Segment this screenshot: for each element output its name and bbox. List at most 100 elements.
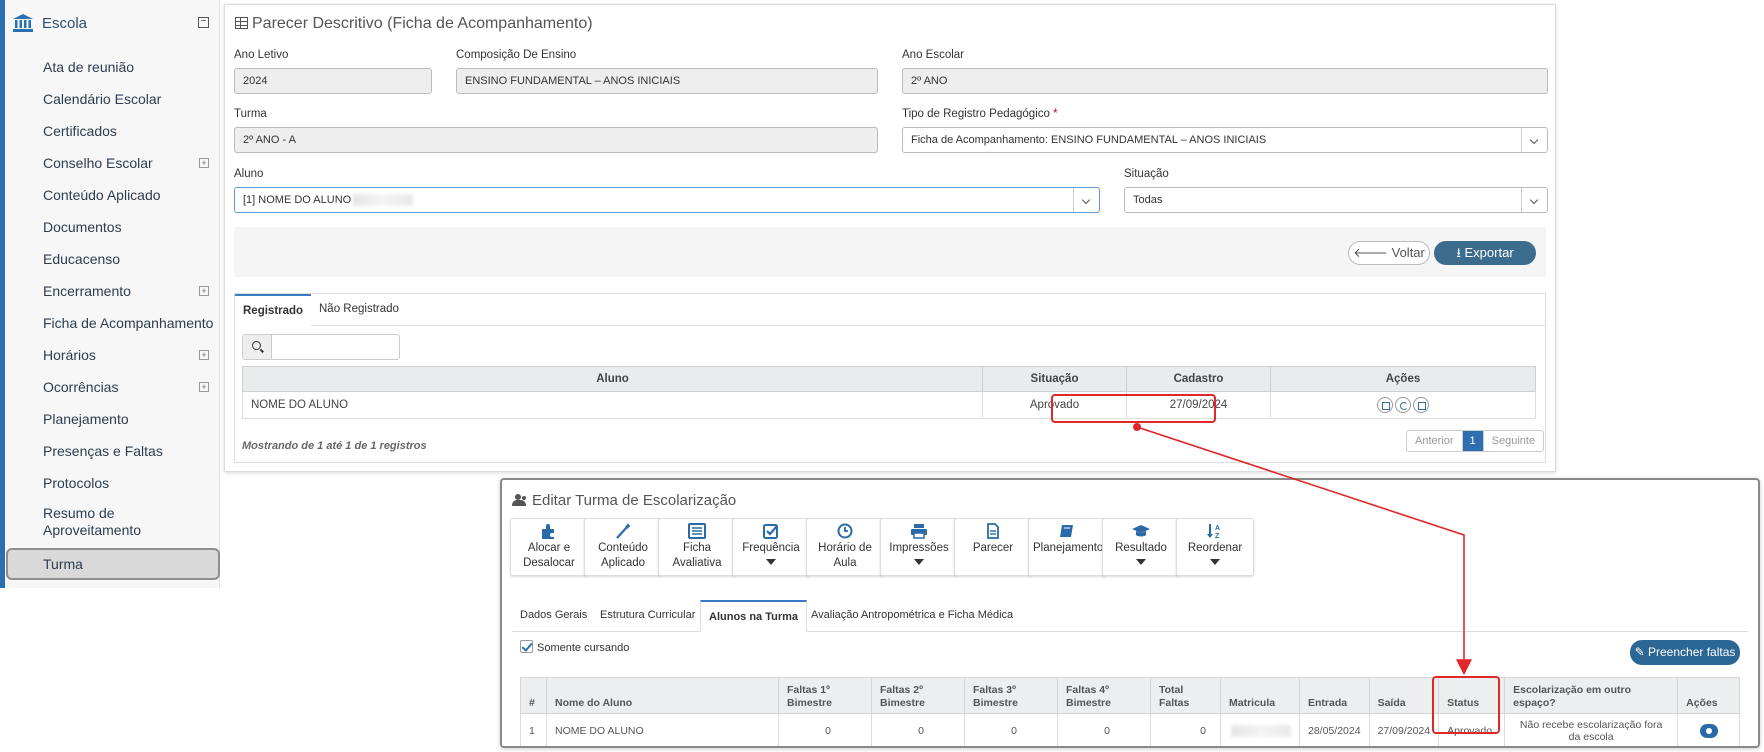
table-row: 1 NOME DO ALUNO 0 0 0 0 0 28/05/2024 27/… [520,713,1740,746]
tipo-registro-value: Ficha de Acompanhamento: ENSINO FUNDAMEN… [911,134,1267,146]
expand-icon[interactable]: + [199,158,209,168]
sidebar-item-educacenso[interactable]: Educacenso [0,244,220,276]
composicao-field[interactable]: ENSINO FUNDAMENTAL – ANOS INICIAIS [456,68,878,94]
registro-tabs-container: Registrado Não Registrado Aluno Situação… [234,293,1546,463]
sidebar-item-label: Educacenso [43,251,121,267]
cell-acoes [1677,713,1740,746]
expand-icon[interactable]: + [199,286,209,296]
sidebar-item-label: Planejamento [43,411,129,427]
toolbar-button-ficha-avaliativa[interactable]: Ficha Avaliativa [658,518,736,576]
col-faltas4[interactable]: Faltas 4º Bimestre [1057,677,1151,714]
exportar-button[interactable]: ⭳ Exportar [1434,241,1536,265]
voltar-button[interactable]: 🡐 Voltar [1348,241,1430,265]
col-faltas1[interactable]: Faltas 1º Bimestre [778,677,872,714]
pager-next[interactable]: Seguinte [1482,431,1543,451]
search-group[interactable] [242,334,400,360]
aluno-select[interactable]: [1] NOME DO ALUNO [234,187,1100,213]
collapse-icon[interactable]: − [198,17,209,28]
col-nome[interactable]: Nome do Aluno [546,677,779,714]
sidebar-item-ata-de-reuniao[interactable]: Ata de reunião [0,52,220,84]
col-total[interactable]: Total Faltas [1150,677,1221,714]
sidebar-header[interactable]: Escola − [0,0,220,46]
tab-nao-registrado[interactable]: Não Registrado [319,294,399,326]
situacao-label: Situação [1124,168,1169,180]
ano-escolar-field[interactable]: 2º ANO [902,68,1548,94]
toolbar-button-impressoes[interactable]: Impressões [880,518,958,576]
tipo-registro-select[interactable]: Ficha de Acompanhamento: ENSINO FUNDAMEN… [902,127,1548,153]
tab-dados-gerais[interactable]: Dados Gerais [520,600,587,632]
chevron-down-icon[interactable] [1073,188,1099,212]
caret-down-icon [1136,559,1146,565]
tab-avaliacao-antropometrica[interactable]: Avaliação Antropométrica e Ficha Médica [811,600,1013,632]
toolbar-button-planejamento[interactable]: Planejamento [1028,518,1106,576]
ano-letivo-field[interactable]: 2024 [234,68,432,94]
cell-faltas4: 0 [1057,713,1151,746]
col-situacao[interactable]: Situação [982,366,1127,392]
col-cadastro[interactable]: Cadastro [1126,366,1271,392]
col-faltas3[interactable]: Faltas 3º Bimestre [964,677,1058,714]
sidebar-item-conteudo-aplicado[interactable]: Conteúdo Aplicado [0,180,220,212]
composicao-label: Composição De Ensino [456,49,577,61]
sidebar-item-horarios[interactable]: Horários + [0,340,220,372]
parecer-panel: Parecer Descritivo (Ficha de Acompanhame… [224,4,1556,472]
turma-panel-title-text: Editar Turma de Escolarização [532,492,737,509]
book-icon [1058,523,1076,539]
page-title-text: Parecer Descritivo (Ficha de Acompanhame… [252,15,593,32]
somente-cursando-checkbox[interactable]: Somente cursando [520,640,629,654]
tab-estrutura-curricular[interactable]: Estrutura Curricular [600,600,695,632]
toolbar-button-resultado[interactable]: Resultado [1102,518,1180,576]
sidebar-item-certificados[interactable]: Certificados [0,116,220,148]
search-icon[interactable] [243,335,272,359]
expand-icon[interactable]: + [199,350,209,360]
expand-icon[interactable]: + [199,382,209,392]
tab-alunos-na-turma[interactable]: Alunos na Turma [700,600,808,632]
col-saida[interactable]: Saída [1368,677,1440,714]
check-icon[interactable] [520,640,533,653]
sidebar-item-calendario-escolar[interactable]: Calendário Escolar [0,84,220,116]
col-escolarizacao[interactable]: Escolarização em outro espaço? [1504,677,1679,714]
sidebar-item-documentos[interactable]: Documentos [0,212,220,244]
turma-field[interactable]: 2º ANO - A [234,127,878,153]
toolbar-button-horario-de-aula[interactable]: Horário de Aula [806,518,884,576]
sidebar-item-ficha-de-acompanhamento[interactable]: Ficha de Acompanhamento [0,308,220,340]
sidebar-item-planejamento[interactable]: Planejamento [0,404,220,436]
pager-prev[interactable]: Anterior [1407,431,1462,451]
cell-saida: 27/09/2024 [1368,713,1440,746]
sidebar-title: Escola [42,15,88,32]
toolbar-button-parecer[interactable]: Parecer [954,518,1032,576]
toolbar-button-alocar-e-desalocar[interactable]: Alocar e Desalocar [510,518,588,576]
situacao-select[interactable]: Todas [1124,187,1548,213]
undo-icon[interactable] [1395,397,1411,413]
chevron-down-icon[interactable] [1521,188,1547,212]
col-aluno[interactable]: Aluno [242,366,983,392]
eye-icon[interactable] [1699,723,1718,738]
tipo-registro-label: Tipo de Registro Pedagógico * [902,108,1058,120]
toolbar-button-conteudo-aplicado[interactable]: Conteúdo Aplicado [584,518,662,576]
svg-text:Z: Z [1215,533,1220,539]
sidebar-item-protocolos[interactable]: Protocolos [0,468,220,500]
toolbar-button-frequencia[interactable]: Frequência [732,518,810,576]
tab-registrado[interactable]: Registrado [235,294,312,326]
col-num[interactable]: # [520,677,547,714]
pager-current[interactable]: 1 [1461,431,1483,451]
sidebar-item-resumo-de-aproveitamento[interactable]: Resumo de Aproveitamento [0,500,220,548]
sidebar-item-conselho-escolar[interactable]: Conselho Escolar + [0,148,220,180]
preencher-faltas-label: Preencher faltas [1648,645,1736,659]
col-entrada[interactable]: Entrada [1299,677,1370,714]
sidebar-item-presencas-e-faltas[interactable]: Presenças e Faltas [0,436,220,468]
sidebar-item-encerramento[interactable]: Encerramento + [0,276,220,308]
sidebar-item-ocorrencias[interactable]: Ocorrências + [0,372,220,404]
registro-tabs: Registrado Não Registrado [235,294,1545,326]
sidebar-item-turma[interactable]: Turma [6,548,220,580]
registro-table: Aluno Situação Cadastro Ações NOME DO AL… [242,366,1536,419]
sidebar-item-label: Conteúdo Aplicado [43,187,161,203]
toolbar-button-reordenar[interactable]: A Z Reordenar [1176,518,1254,576]
page-title: Parecer Descritivo (Ficha de Acompanhame… [235,15,593,33]
col-faltas2[interactable]: Faltas 2º Bimestre [871,677,965,714]
print-icon[interactable] [1413,397,1429,413]
preencher-faltas-button[interactable]: ✎ Preencher faltas [1630,640,1740,665]
col-matricula[interactable]: Matricula [1220,677,1300,714]
edit-icon[interactable] [1377,397,1393,413]
turma-panel-title: Editar Turma de Escolarização [512,492,736,509]
chevron-down-icon[interactable] [1521,128,1547,152]
